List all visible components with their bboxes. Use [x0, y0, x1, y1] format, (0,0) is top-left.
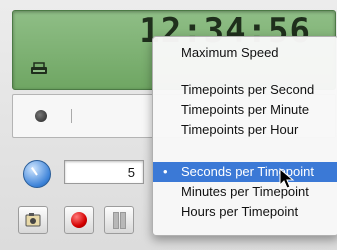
- arrow-cursor-icon: [279, 168, 295, 189]
- menu-item-timepoints-per-second[interactable]: Timepoints per Second: [153, 80, 337, 100]
- record-button[interactable]: [64, 206, 94, 234]
- clock-icon[interactable]: [23, 160, 51, 188]
- printer-icon[interactable]: [29, 61, 49, 77]
- record-icon: [71, 212, 87, 228]
- menu-item-seconds-per-timepoint[interactable]: • Seconds per Timepoint: [153, 162, 337, 182]
- camera-icon: [25, 213, 41, 227]
- pause-button[interactable]: [104, 206, 134, 234]
- menu-item-timepoints-per-hour[interactable]: Timepoints per Hour: [153, 120, 337, 140]
- checkmark-icon: •: [163, 164, 168, 179]
- menu-item-hours-per-timepoint[interactable]: Hours per Timepoint: [153, 202, 337, 222]
- snapshot-button[interactable]: [18, 206, 48, 234]
- slider-tick: [71, 109, 72, 123]
- app-window: 12:34:56 5 Maximum Speed Timepoints per …: [0, 0, 337, 250]
- step-value-field[interactable]: 5: [64, 160, 144, 184]
- playback-rate-menu: Maximum Speed Timepoints per Second Time…: [152, 36, 337, 236]
- menu-item-minutes-per-timepoint[interactable]: Minutes per Timepoint: [153, 182, 337, 202]
- menu-item-maximum-speed[interactable]: Maximum Speed: [153, 43, 337, 63]
- menu-item-timepoints-per-minute[interactable]: Timepoints per Minute: [153, 100, 337, 120]
- slider-knob[interactable]: [35, 110, 47, 122]
